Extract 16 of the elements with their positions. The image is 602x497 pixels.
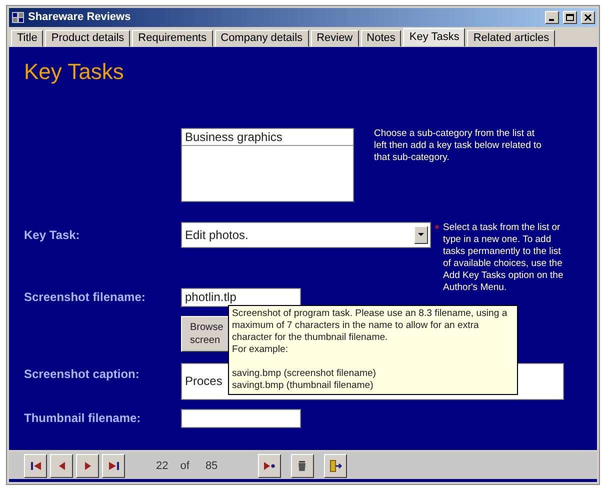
window-title: Shareware Reviews [28, 11, 132, 24]
tooltip-text: saving.bmp (screenshot filename) [232, 368, 377, 380]
page-heading: Key Tasks [24, 58, 124, 85]
tooltip-text: For example: [232, 344, 289, 356]
hint-text: Select a task from the list or type in a new one. To add tasks permanently to the list of available choices, use the Add Key Tasks option on the Author's Menu. [443, 222, 564, 294]
record-number: 22 [156, 460, 168, 472]
field-label: Key Task: [24, 228, 80, 242]
tooltip-text: savingt.bmp (thumbnail filename) [232, 380, 374, 392]
field-label: Screenshot filename: [24, 290, 146, 304]
field-label: Screenshot caption: [24, 366, 140, 381]
tooltip-text: Screenshot of program task. Please use an 8.3 filename, using a maximum of 7 characters in the name to allow for an extra character for the thumbnail filename. [232, 308, 508, 344]
record-total: 85 [205, 460, 218, 472]
hint-text: Choose a sub-category from the list at left then add a key task below related to that sub-category. [374, 128, 542, 164]
field-label: Thumbnail filename: [24, 411, 141, 426]
record-of-label: of [180, 460, 190, 472]
required-mark: * [434, 222, 440, 236]
